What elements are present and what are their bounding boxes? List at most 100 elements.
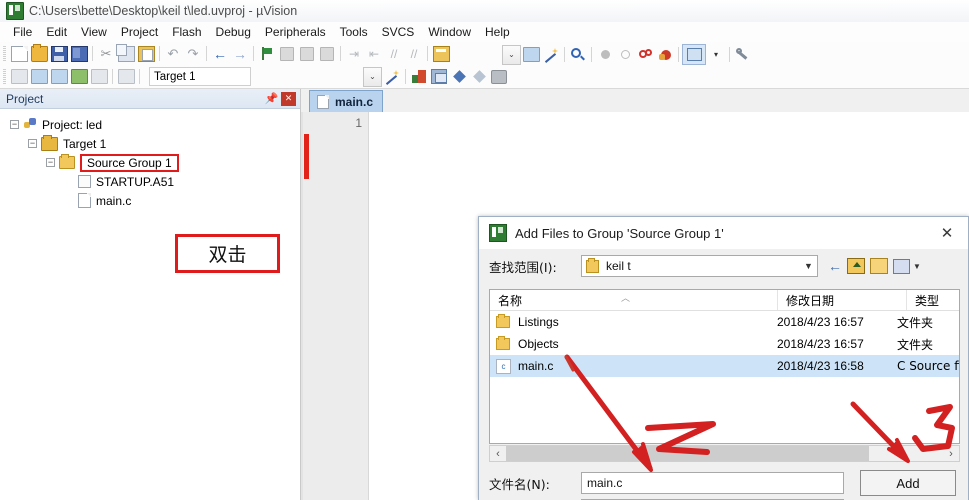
manage-project-items-icon[interactable]	[541, 45, 561, 64]
look-in-combo[interactable]: keil t ▼	[581, 255, 818, 277]
download-icon[interactable]	[116, 67, 136, 86]
open-file-manager-icon[interactable]	[431, 44, 451, 63]
scroll-right-icon[interactable]: ›	[943, 448, 959, 460]
tab-main-c[interactable]: main.c	[309, 90, 384, 112]
rebuild-icon[interactable]	[49, 67, 69, 86]
column-header-name-label: 名称	[498, 293, 523, 308]
window-panel-dropdown-icon[interactable]: ▾	[706, 45, 726, 64]
expander-icon[interactable]: −	[10, 120, 19, 129]
undo-icon[interactable]: ↶	[163, 44, 183, 63]
camera-icon[interactable]	[489, 67, 509, 86]
multi-project-icon[interactable]	[429, 67, 449, 86]
configure-icon[interactable]	[469, 67, 489, 86]
tree-item-source-group[interactable]: − Source Group 1	[0, 153, 300, 172]
save-icon[interactable]	[49, 44, 69, 63]
folder-icon	[586, 257, 599, 273]
target-select[interactable]: Target 1	[149, 67, 251, 86]
translate-icon[interactable]	[9, 67, 29, 86]
toolbar-grip[interactable]	[3, 46, 6, 61]
annotation-red-bar	[304, 134, 309, 179]
navigate-forward-icon[interactable]: →	[230, 44, 250, 63]
menu-svcs[interactable]: SVCS	[375, 23, 422, 41]
comment-icon[interactable]: //	[384, 44, 404, 63]
menu-edit[interactable]: Edit	[39, 23, 74, 41]
file-type-cell: 文件夹	[897, 315, 934, 330]
bookmark-clear-icon[interactable]	[317, 44, 337, 63]
tree-item-label: Source Group 1	[87, 155, 172, 170]
pin-icon[interactable]: 📌	[265, 92, 279, 105]
file-row-main-c[interactable]: c main.c 2018/4/23 16:58 C Source fi	[490, 355, 959, 377]
back-arrow-icon[interactable]: ←	[828, 258, 842, 274]
menu-debug[interactable]: Debug	[209, 23, 258, 41]
column-header-type[interactable]: 类型	[907, 290, 959, 310]
new-folder-icon[interactable]	[870, 258, 888, 274]
outdent-icon[interactable]: ⇤	[364, 44, 384, 63]
chevron-down-icon[interactable]: ▼	[800, 256, 817, 276]
view-mode-icon[interactable]	[893, 258, 910, 274]
column-header-date[interactable]: 修改日期	[778, 290, 907, 310]
new-file-icon[interactable]	[9, 44, 29, 63]
close-icon[interactable]: ✕	[926, 218, 968, 249]
save-all-icon[interactable]	[69, 44, 89, 63]
tree-item-main-c[interactable]: main.c	[0, 191, 300, 210]
redo-icon[interactable]: ↷	[183, 44, 203, 63]
batch-build-icon[interactable]	[69, 67, 89, 86]
close-icon[interactable]: ✕	[281, 91, 296, 106]
paste-icon[interactable]	[136, 44, 156, 63]
kill-breakpoints-icon[interactable]	[655, 45, 675, 64]
pack-installer-icon[interactable]	[449, 67, 469, 86]
file-list-hscrollbar[interactable]: ‹ ›	[489, 445, 960, 462]
target-options-icon[interactable]	[521, 45, 541, 64]
file-row-objects[interactable]: Objects 2018/4/23 16:57 文件夹	[490, 333, 959, 355]
toolbar-grip[interactable]	[3, 69, 6, 84]
expander-icon[interactable]: −	[46, 158, 55, 167]
tree-item-project[interactable]: − Project: led	[0, 115, 300, 134]
target-dropdown-button[interactable]: ⌄	[363, 66, 382, 87]
chevron-down-icon[interactable]: ▼	[913, 262, 921, 271]
project-panel: Project 📌 ✕ − Project: led − Target 1 − …	[0, 89, 301, 500]
menu-peripherals[interactable]: Peripherals	[258, 23, 333, 41]
expander-icon[interactable]: −	[28, 139, 37, 148]
file-name-input[interactable]: main.c	[581, 472, 844, 494]
breakpoint-hollow-icon[interactable]	[615, 45, 635, 64]
build-icon[interactable]	[29, 67, 49, 86]
column-header-name[interactable]: 名称 ︿	[490, 290, 778, 310]
components-icon[interactable]	[409, 67, 429, 86]
manage-project-items-icon[interactable]	[382, 67, 402, 86]
scrollbar-thumb[interactable]	[506, 446, 869, 461]
menu-project[interactable]: Project	[114, 23, 165, 41]
menu-file[interactable]: File	[6, 23, 39, 41]
copy-icon[interactable]	[115, 43, 136, 63]
up-folder-icon[interactable]	[847, 258, 865, 274]
find-in-files-icon[interactable]	[568, 45, 588, 64]
menu-window[interactable]: Window	[421, 23, 478, 41]
disable-breakpoints-icon[interactable]	[635, 45, 655, 64]
navigate-back-icon[interactable]: ←	[210, 44, 230, 63]
folder-icon	[496, 314, 510, 328]
cut-icon[interactable]: ✂	[96, 44, 116, 63]
menu-tools[interactable]: Tools	[333, 23, 375, 41]
target-combo-button[interactable]: ⌄	[502, 44, 521, 65]
open-file-icon[interactable]	[29, 43, 49, 63]
window-panel-icon[interactable]	[682, 44, 706, 65]
file-row-listings[interactable]: Listings 2018/4/23 16:57 文件夹	[490, 311, 959, 333]
tree-item-target[interactable]: − Target 1	[0, 134, 300, 153]
add-button[interactable]: Add	[860, 470, 956, 496]
menu-help[interactable]: Help	[478, 23, 517, 41]
tree-item-startup-a51[interactable]: STARTUP.A51	[0, 172, 300, 191]
scroll-left-icon[interactable]: ‹	[490, 448, 506, 460]
menu-view[interactable]: View	[74, 23, 114, 41]
tree-item-label: Project: led	[42, 117, 103, 132]
project-panel-title: Project	[6, 91, 44, 106]
stop-build-icon[interactable]	[89, 67, 109, 86]
menu-flash[interactable]: Flash	[165, 23, 208, 41]
toolbar-separator	[253, 46, 254, 61]
indent-icon[interactable]: ⇥	[344, 44, 364, 63]
bookmark-next-icon[interactable]	[297, 44, 317, 63]
uncomment-icon[interactable]: //	[404, 44, 424, 63]
bookmark-toggle-icon[interactable]	[257, 44, 277, 63]
file-list[interactable]: 名称 ︿ 修改日期 类型 Listings 2018/4/23 16:57 文件…	[489, 289, 960, 444]
settings-wrench-icon[interactable]	[733, 45, 753, 64]
breakpoint-disabled-icon[interactable]	[595, 45, 615, 64]
bookmark-prev-icon[interactable]	[277, 44, 297, 63]
